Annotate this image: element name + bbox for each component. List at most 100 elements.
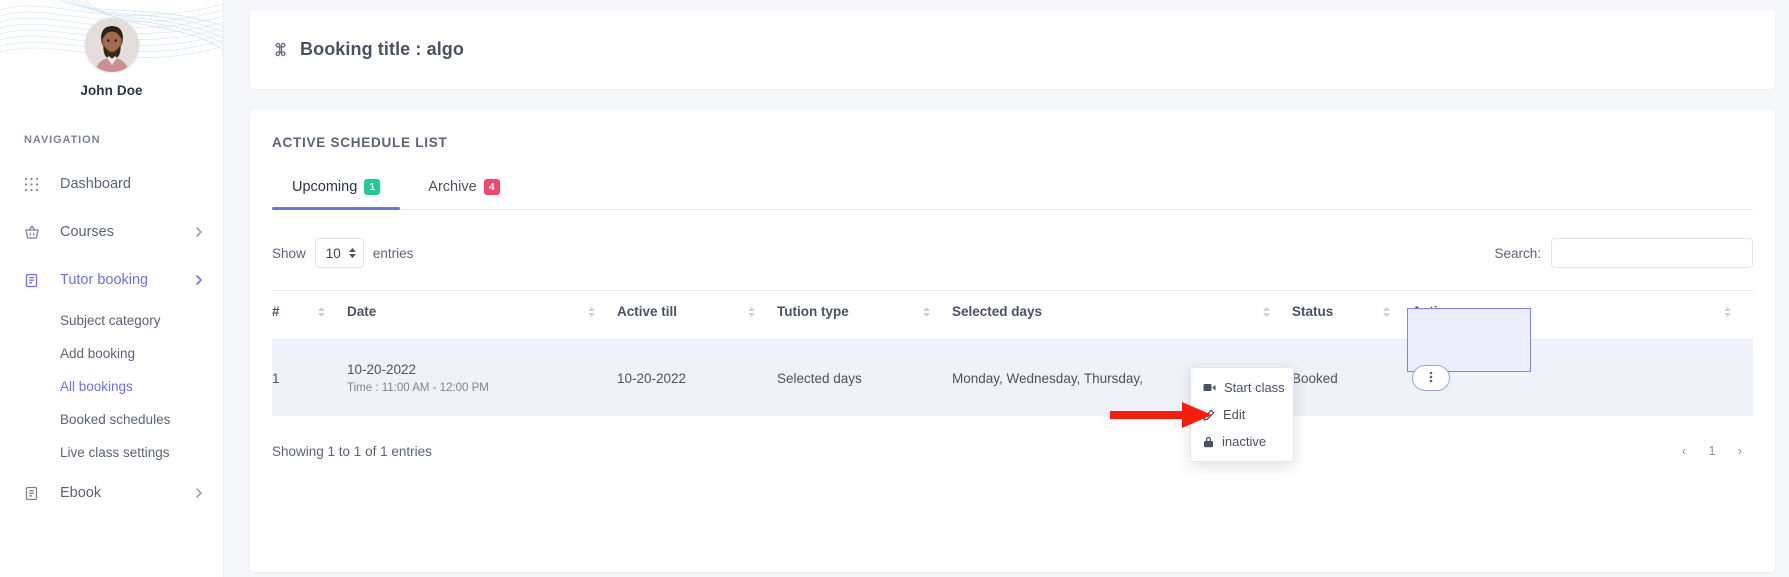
entries-select-value: 10	[326, 246, 341, 261]
pencil-icon	[1203, 409, 1215, 421]
grid-icon	[24, 177, 46, 192]
col-label: Status	[1292, 304, 1333, 319]
table-controls: Show 10 entries Search:	[272, 238, 1753, 268]
pagination-page-1[interactable]: 1	[1699, 438, 1725, 464]
pagination-next[interactable]: ›	[1727, 438, 1753, 464]
tab-badge-count: 1	[364, 179, 380, 195]
search-input[interactable]	[1551, 238, 1753, 268]
sidebar-item-dashboard[interactable]: Dashboard	[0, 160, 223, 208]
col-selected-days[interactable]: Selected days	[952, 291, 1292, 340]
row-action-dropdown: Start class Edit inactive	[1190, 367, 1294, 462]
chevron-updown-icon	[349, 248, 356, 258]
menu-item-label: Start class	[1224, 380, 1285, 395]
entries-select[interactable]: 10	[315, 238, 364, 268]
main-content: Booking title : algo ACTIVE SCHEDULE LIS…	[224, 0, 1789, 577]
menu-item-edit[interactable]: Edit	[1191, 401, 1293, 428]
sidebar-item-tutor-booking[interactable]: Tutor booking	[0, 256, 223, 304]
col-label: Active till	[617, 304, 677, 319]
sidebar-profile: John Doe	[0, 0, 223, 98]
sidebar-subitem-label: Live class settings	[60, 445, 170, 460]
table-body: 1 10-20-2022 Time : 11:00 AM - 12:00 PM …	[272, 340, 1753, 417]
col-label: Tution type	[777, 304, 849, 319]
sidebar-subitem-label: Subject category	[60, 313, 161, 328]
pagination: ‹ 1 ›	[1671, 438, 1753, 464]
sidebar-subitem-booked-schedules[interactable]: Booked schedules	[0, 403, 223, 436]
schedule-tabs: Upcoming 1 Archive 4	[272, 179, 1753, 210]
col-label: Selected days	[952, 304, 1042, 319]
menu-item-inactive[interactable]: inactive	[1191, 428, 1293, 455]
section-heading: ACTIVE SCHEDULE LIST	[272, 135, 1753, 150]
sidebar-item-courses[interactable]: Courses	[0, 208, 223, 256]
search-label: Search:	[1494, 246, 1541, 261]
sidebar-menu: Dashboard Courses	[0, 160, 223, 517]
active-schedule-card: ACTIVE SCHEDULE LIST Upcoming 1 Archive …	[250, 110, 1775, 572]
menu-item-start-class[interactable]: Start class	[1191, 374, 1293, 401]
basket-icon	[24, 224, 46, 240]
tab-upcoming[interactable]: Upcoming 1	[272, 179, 400, 209]
app-root: John Doe NAVIGATION Dashboard	[0, 0, 1789, 577]
entries-label: entries	[373, 246, 414, 261]
table-footer: Showing 1 to 1 of 1 entries ‹ 1 ›	[272, 416, 1753, 464]
tab-label: Upcoming	[292, 179, 357, 195]
search-control: Search:	[1494, 238, 1753, 268]
menu-item-label: Edit	[1223, 407, 1245, 422]
chevron-right-icon	[193, 274, 205, 286]
sidebar-item-label: Ebook	[60, 485, 101, 501]
col-status[interactable]: Status	[1292, 291, 1412, 340]
sort-icon	[748, 307, 777, 317]
cell-action	[1412, 340, 1753, 417]
vertical-dots-icon	[1429, 370, 1433, 387]
show-label: Show	[272, 246, 306, 261]
cell-date: 10-20-2022 Time : 11:00 AM - 12:00 PM	[347, 340, 617, 417]
booking-title-card: Booking title : algo	[250, 10, 1775, 89]
status-badge: Booked	[1292, 371, 1338, 386]
command-icon	[272, 41, 289, 58]
cell-tution-type: Selected days	[777, 340, 952, 417]
sidebar-subitem-label: All bookings	[60, 379, 133, 394]
page-title: Booking title : algo	[300, 39, 464, 60]
table-row: 1 10-20-2022 Time : 11:00 AM - 12:00 PM …	[272, 340, 1753, 417]
col-label: Date	[347, 304, 376, 319]
sidebar-item-ebook[interactable]: Ebook	[0, 469, 223, 517]
sidebar: John Doe NAVIGATION Dashboard	[0, 0, 224, 577]
sidebar-subitem-add-booking[interactable]: Add booking	[0, 337, 223, 370]
sidebar-subitem-all-bookings[interactable]: All bookings	[0, 370, 223, 403]
sort-icon	[1724, 307, 1753, 317]
pagination-prev[interactable]: ‹	[1671, 438, 1697, 464]
document-icon	[24, 273, 46, 288]
sidebar-item-label: Dashboard	[60, 176, 131, 192]
cell-index: 1	[272, 340, 347, 417]
sidebar-subitem-live-class-settings[interactable]: Live class settings	[0, 436, 223, 469]
schedule-table: # Date	[272, 290, 1753, 416]
tab-label: Archive	[428, 179, 476, 195]
cell-date-value: 10-20-2022	[347, 362, 617, 377]
sort-icon	[318, 307, 347, 317]
col-tution-type[interactable]: Tution type	[777, 291, 952, 340]
col-active-till[interactable]: Active till	[617, 291, 777, 340]
sort-icon	[588, 307, 617, 317]
document-icon	[24, 486, 46, 501]
row-action-menu-button[interactable]	[1412, 365, 1450, 391]
tab-archive[interactable]: Archive 4	[408, 179, 519, 209]
col-date[interactable]: Date	[347, 291, 617, 340]
cell-status: Booked	[1292, 340, 1412, 417]
cell-time-value: Time : 11:00 AM - 12:00 PM	[347, 382, 617, 394]
col-label: #	[272, 304, 280, 319]
action-focus-highlight	[1407, 308, 1531, 372]
user-name: John Doe	[0, 83, 223, 98]
col-index[interactable]: #	[272, 291, 347, 340]
sidebar-subitem-subject-category[interactable]: Subject category	[0, 304, 223, 337]
chevron-right-icon	[193, 487, 205, 499]
showing-entries-text: Showing 1 to 1 of 1 entries	[272, 444, 432, 459]
menu-item-label: inactive	[1222, 434, 1266, 449]
sort-icon	[923, 307, 952, 317]
sidebar-item-label: Tutor booking	[60, 272, 148, 288]
show-entries-control: Show 10 entries	[272, 238, 413, 268]
sidebar-subitem-label: Booked schedules	[60, 412, 170, 427]
cell-active-till: 10-20-2022	[617, 340, 777, 417]
navigation-label: NAVIGATION	[24, 134, 223, 146]
avatar[interactable]	[85, 18, 139, 72]
chevron-right-icon	[193, 226, 205, 238]
lock-icon	[1203, 436, 1214, 448]
sidebar-subitem-label: Add booking	[60, 346, 135, 361]
